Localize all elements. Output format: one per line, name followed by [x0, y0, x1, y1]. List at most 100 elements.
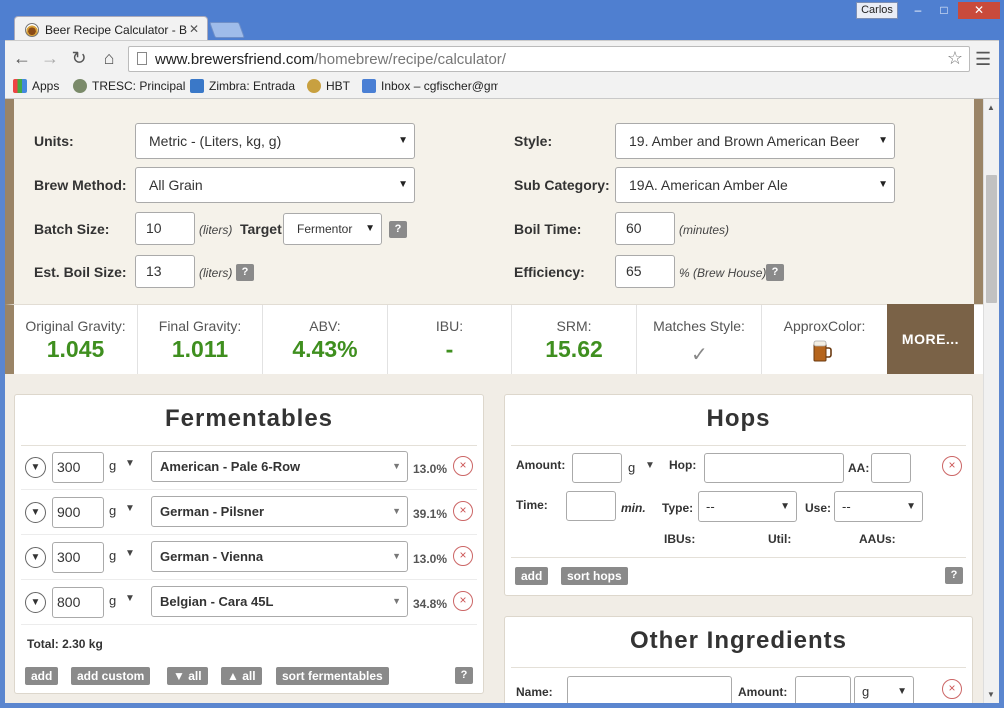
- sort-fermentables-button[interactable]: sort fermentables: [276, 667, 389, 685]
- ibu-label: IBU:: [435, 318, 464, 334]
- brew-method-select[interactable]: All Grain ▼: [135, 167, 415, 203]
- hop-aa-input[interactable]: [871, 453, 911, 483]
- minimize-icon[interactable]: –: [906, 2, 930, 19]
- fermentable-select[interactable]: American - Pale 6-Row ▼: [151, 451, 408, 482]
- home-icon[interactable]: ⌂: [98, 47, 120, 69]
- remove-row-icon[interactable]: ×: [453, 546, 473, 566]
- expand-row-icon[interactable]: ▼: [25, 457, 46, 478]
- other-amount-input[interactable]: [795, 676, 851, 703]
- stat-original-gravity: Original Gravity: 1.045: [14, 305, 138, 374]
- fermentable-amount-input[interactable]: 300: [52, 452, 104, 483]
- fermentable-amount-input[interactable]: 900: [52, 497, 104, 528]
- bookmark-apps[interactable]: Apps: [13, 79, 59, 93]
- hop-amount-input[interactable]: [572, 453, 622, 483]
- fermentable-row: ▼ 900 g ▼ German - Pilsner ▼ 39.1% ×: [21, 491, 477, 535]
- unit-dropdown-icon[interactable]: ▼: [125, 458, 135, 469]
- target-select[interactable]: Fermentor ▼: [283, 213, 382, 245]
- bookmark-inbox[interactable]: Inbox – cgfischer@gm: [362, 79, 498, 93]
- fermentable-unit[interactable]: g: [109, 503, 116, 518]
- other-name-input[interactable]: [567, 676, 732, 703]
- hop-type-select[interactable]: -- ▼: [698, 491, 797, 522]
- efficiency-help-icon[interactable]: ?: [766, 264, 784, 281]
- add-custom-button[interactable]: add custom: [71, 667, 151, 685]
- style-label: Style:: [514, 133, 553, 149]
- sort-hops-button[interactable]: sort hops: [561, 567, 628, 585]
- fermentable-select[interactable]: German - Vienna ▼: [151, 541, 408, 572]
- hop-name-input[interactable]: [704, 453, 844, 483]
- back-arrow-icon[interactable]: ←: [11, 47, 33, 69]
- profile-button[interactable]: Carlos: [856, 2, 898, 19]
- units-select[interactable]: Metric - (Liters, kg, g) ▼: [135, 123, 415, 159]
- unit-dropdown-icon[interactable]: ▼: [125, 548, 135, 559]
- abv-label: ABV:: [309, 318, 341, 334]
- boil-size-input[interactable]: 13: [135, 255, 195, 288]
- scroll-down-icon[interactable]: ▼: [987, 690, 995, 699]
- new-tab-button[interactable]: [209, 22, 245, 38]
- hop-time-input[interactable]: [566, 491, 616, 521]
- fermentable-select[interactable]: Belgian - Cara 45L ▼: [151, 586, 408, 617]
- scroll-up-icon[interactable]: ▲: [987, 103, 995, 112]
- hops-help-icon[interactable]: ?: [945, 567, 963, 584]
- title-bar: Beer Recipe Calculator - B ✕ Carlos – □ …: [0, 0, 1004, 42]
- remove-row-icon[interactable]: ×: [453, 591, 473, 611]
- fermentable-amount-input[interactable]: 300: [52, 542, 104, 573]
- fg-label: Final Gravity:: [158, 318, 242, 334]
- boil-size-help-icon[interactable]: ?: [236, 264, 254, 281]
- checkmark-icon: ✓: [691, 344, 708, 366]
- collapse-all-button[interactable]: ▼ all: [167, 667, 208, 685]
- remove-other-icon[interactable]: ×: [942, 679, 962, 699]
- fermentable-select[interactable]: German - Pilsner ▼: [151, 496, 408, 527]
- url-text: www.brewersfriend.com/homebrew/recipe/ca…: [155, 51, 506, 68]
- unit-dropdown-icon[interactable]: ▼: [125, 593, 135, 604]
- more-button[interactable]: MORE...: [887, 304, 974, 374]
- fermentable-unit[interactable]: g: [109, 458, 116, 473]
- stat-final-gravity: Final Gravity: 1.011: [138, 305, 263, 374]
- expand-row-icon[interactable]: ▼: [25, 502, 46, 523]
- units-label: Units:: [34, 133, 74, 149]
- browser-tab[interactable]: Beer Recipe Calculator - B ✕: [14, 16, 208, 42]
- boil-time-input[interactable]: 60: [615, 212, 675, 245]
- close-window-icon[interactable]: ✕: [958, 2, 1000, 19]
- other-unit-select[interactable]: g ▼: [854, 676, 914, 703]
- add-hop-button[interactable]: add: [515, 567, 549, 585]
- efficiency-input[interactable]: 65: [615, 255, 675, 288]
- reload-icon[interactable]: ↻: [68, 47, 90, 69]
- bookmark-zimbra[interactable]: Zimbra: Entrada: [190, 79, 295, 93]
- forward-arrow-icon[interactable]: →: [39, 47, 61, 69]
- add-fermentable-button[interactable]: add: [25, 667, 59, 685]
- bookmark-star-icon[interactable]: ☆: [947, 48, 963, 69]
- remove-hop-icon[interactable]: ×: [942, 456, 962, 476]
- hop-use-select[interactable]: -- ▼: [834, 491, 923, 522]
- menu-icon[interactable]: ☰: [975, 49, 991, 70]
- remove-row-icon[interactable]: ×: [453, 456, 473, 476]
- remove-row-icon[interactable]: ×: [453, 501, 473, 521]
- fermentable-unit[interactable]: g: [109, 593, 116, 608]
- efficiency-label: Efficiency:: [514, 264, 585, 280]
- fermentable-amount-input[interactable]: 800: [52, 587, 104, 618]
- batch-size-input[interactable]: 10: [135, 212, 195, 245]
- scrollbar-thumb[interactable]: [986, 175, 997, 303]
- expand-all-button[interactable]: ▲ all: [221, 667, 262, 685]
- fermentables-panel: Fermentables ▼ 300 g ▼ American - Pale 6…: [14, 394, 484, 694]
- efficiency-unit: % (Brew House): [679, 266, 767, 280]
- tab-close-icon[interactable]: ✕: [189, 22, 199, 36]
- hop-min-label: min.: [621, 501, 646, 515]
- style-select[interactable]: 19. Amber and Brown American Beer ▼: [615, 123, 895, 159]
- address-bar[interactable]: www.brewersfriend.com/homebrew/recipe/ca…: [128, 46, 970, 72]
- boil-size-label: Est. Boil Size:: [34, 264, 127, 280]
- expand-row-icon[interactable]: ▼: [25, 592, 46, 613]
- hop-unit[interactable]: g: [628, 460, 635, 475]
- page-scrollbar[interactable]: ▲ ▼: [983, 99, 999, 703]
- target-help-icon[interactable]: ?: [389, 221, 407, 238]
- hops-title: Hops: [706, 405, 771, 432]
- expand-row-icon[interactable]: ▼: [25, 547, 46, 568]
- bookmark-hbt[interactable]: HBT: [307, 79, 350, 93]
- bookmark-tresc[interactable]: TRESC: Principal: [73, 79, 185, 93]
- unit-dropdown-icon[interactable]: ▼: [645, 460, 655, 471]
- fermentables-help-icon[interactable]: ?: [455, 667, 473, 684]
- fermentable-unit[interactable]: g: [109, 548, 116, 563]
- maximize-icon[interactable]: □: [932, 2, 956, 19]
- sub-category-select[interactable]: 19A. American Amber Ale ▼: [615, 167, 895, 203]
- hop-use-label: Use:: [805, 501, 832, 515]
- unit-dropdown-icon[interactable]: ▼: [125, 503, 135, 514]
